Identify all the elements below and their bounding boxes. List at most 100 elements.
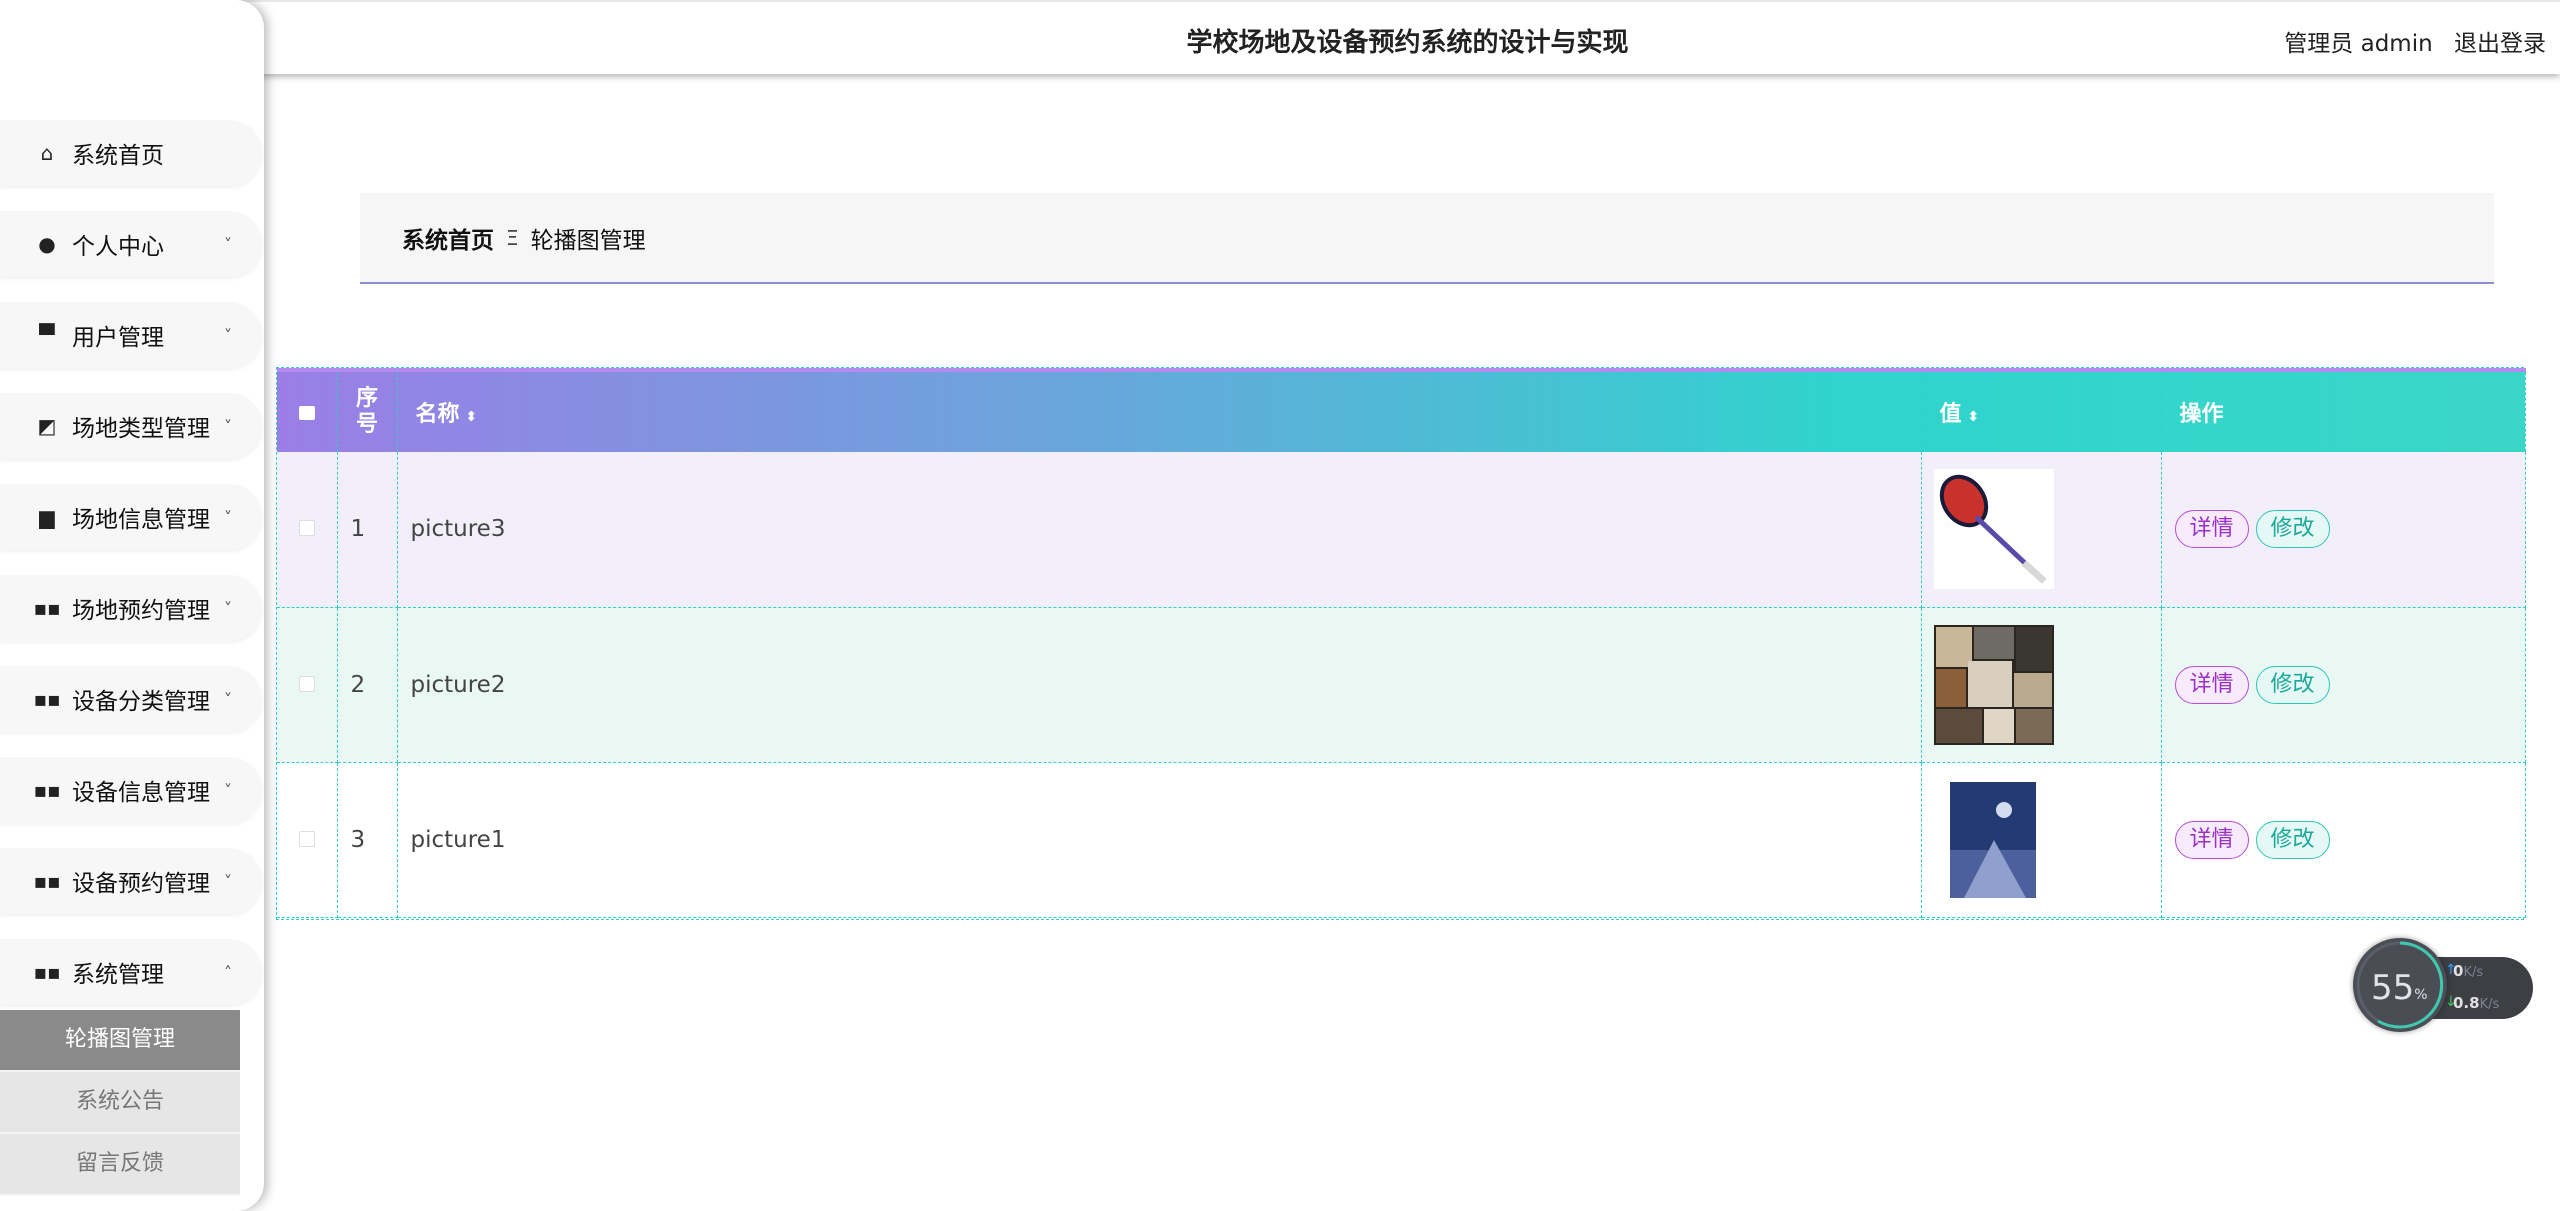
column-header-actions: 操作 [2161,370,2526,452]
breadcrumb-current: 轮播图管理 [530,227,646,254]
sidebar-item-users[interactable]: ▀ 用户管理 ˅ [0,302,262,368]
row-actions: 详情 修改 [2161,607,2526,763]
select-all-cell[interactable] [277,370,338,452]
row-checkbox[interactable] [298,520,315,537]
grid-icon: ▪▪ [33,960,61,984]
sidebar-item-device-categories[interactable]: ▪▪ 设备分类管理 ˅ [0,666,262,732]
row-index: 2 [337,607,398,763]
sidebar-item-venue-booking[interactable]: ▪▪ 场地预约管理 ˅ [0,575,262,641]
row-select-cell[interactable] [277,762,338,918]
row-value-cell [1921,607,2162,763]
column-header-value[interactable]: 值 ⬍ [1921,370,2162,452]
row-actions: 详情 修改 [2161,762,2526,918]
column-label-name: 名称 [415,402,460,427]
chevron-down-icon: ˅ [224,689,232,709]
sidebar-menu: ⌂ 系统首页 ● 个人中心 ˅ ▀ 用户管理 ˅ ◩ 场地类型管理 ˅ ▆ 场地… [0,120,264,1030]
grid-icon: ▪▪ [33,687,61,711]
upload-speed: 0K/s [2453,962,2483,980]
column-label-value: 值 [1939,402,1962,427]
top-header: 学校场地及设备预约系统的设计与实现 管理员 admin 退出登录 [0,0,2560,74]
row-name: picture2 [397,607,1922,763]
submenu-item-announcement[interactable]: 系统公告 [0,1072,240,1134]
app-title: 学校场地及设备预约系统的设计与实现 [1186,28,1629,58]
book-cover-image[interactable] [1933,779,2054,900]
sidebar-item-label: 用户管理 [72,325,164,351]
row-select-cell[interactable] [277,452,338,608]
magazine-collage-image[interactable] [1933,624,2054,745]
usage-percent-unit: % [2414,987,2428,1003]
row-name: picture3 [397,452,1922,608]
upload-value: 0 [2453,962,2464,980]
row-name: picture1 [397,762,1922,918]
row-index: 1 [337,452,398,608]
sidebar-item-label: 场地类型管理 [72,416,210,442]
sidebar-item-venue-types[interactable]: ◩ 场地类型管理 ˅ [0,393,262,459]
detail-button[interactable]: 详情 [2174,820,2249,859]
sidebar-item-home[interactable]: ⌂ 系统首页 [0,120,262,186]
table-row: 1 picture3 详情 修改 [277,452,2526,608]
logout-link[interactable]: 退出登录 [2454,31,2546,57]
sidebar-item-label: 场地信息管理 [72,507,210,533]
table-row: 2 picture2 详情 修改 [277,607,2526,763]
detail-button[interactable]: 详情 [2174,510,2249,549]
sidebar-item-system[interactable]: ▪▪ 系统管理 ˄ [0,939,262,1005]
row-index: 3 [337,762,398,918]
detail-button[interactable]: 详情 [2174,665,2249,704]
sidebar-item-label: 个人中心 [72,234,164,260]
network-speed-widget[interactable]: ↑ 0K/s ↓ 0.8K/s 55% [2353,938,2533,1032]
chevron-down-icon: ˅ [224,598,232,618]
sidebar-item-device-booking[interactable]: ▪▪ 设备预约管理 ˅ [0,848,262,914]
download-value: 0.8 [2453,994,2480,1012]
edit-button[interactable]: 修改 [2255,820,2330,859]
sidebar: ⌂ 系统首页 ● 个人中心 ˅ ▀ 用户管理 ˅ ◩ 场地类型管理 ˅ ▆ 场地… [0,0,264,1211]
download-unit: K/s [2479,997,2500,1012]
usage-percent: 55% [2371,968,2428,1008]
sidebar-item-label: 系统管理 [72,962,164,988]
select-all-checkbox[interactable] [298,405,315,420]
grid-icon: ▪▪ [33,778,61,802]
chevron-down-icon: ˅ [224,507,232,527]
chart-icon: ◩ [37,414,57,438]
column-header-index: 序号 [337,370,398,452]
submenu-item-carousel[interactable]: 轮播图管理 [0,1010,240,1072]
user-icon: ● [38,232,56,256]
breadcrumb: 系统首页 Ξ 轮播图管理 [360,193,2494,284]
breadcrumb-home[interactable]: 系统首页 [402,221,494,255]
sort-icon[interactable]: ⬍ [1968,409,1980,425]
column-label-index: 序号 [355,386,378,437]
sidebar-item-venue-info[interactable]: ▆ 场地信息管理 ˅ [0,484,262,550]
row-checkbox[interactable] [298,675,315,692]
memory-usage-gauge: 55% [2353,938,2447,1032]
grid-icon: ▪▪ [33,596,61,620]
column-label-actions: 操作 [2179,402,2224,427]
sidebar-item-label: 系统首页 [72,143,164,169]
row-value-cell [1921,762,2162,918]
monitor-icon: ▀ [39,323,55,347]
chevron-down-icon: ˅ [224,234,232,254]
submenu-item-feedback[interactable]: 留言反馈 [0,1134,240,1196]
sort-icon[interactable]: ⬍ [466,409,478,425]
row-value-cell [1921,452,2162,608]
current-user: 管理员 admin [2284,31,2433,57]
home-icon: ⌂ [40,141,54,165]
sidebar-item-label: 设备信息管理 [72,780,210,806]
sidebar-item-label: 设备预约管理 [72,871,210,897]
row-select-cell[interactable] [277,607,338,763]
column-header-name[interactable]: 名称 ⬍ [397,370,1922,452]
table-row: 3 picture1 详情 修改 [277,762,2526,918]
sidebar-item-personal-center[interactable]: ● 个人中心 ˅ [0,211,262,277]
grid-icon: ▪▪ [33,869,61,893]
chevron-down-icon: ˅ [224,871,232,891]
badminton-racket-image[interactable] [1933,469,2054,590]
upload-unit: K/s [2463,965,2484,980]
table-header-row: 序号 名称 ⬍ 值 ⬍ 操作 [277,370,2526,452]
chevron-up-icon: ˄ [224,962,232,982]
system-submenu: 轮播图管理 系统公告 留言反馈 [0,1010,240,1196]
breadcrumb-separator: Ξ [506,225,519,250]
sidebar-item-device-info[interactable]: ▪▪ 设备信息管理 ˅ [0,757,262,823]
chevron-down-icon: ˅ [224,416,232,436]
edit-button[interactable]: 修改 [2255,665,2330,704]
briefcase-icon: ▆ [39,505,55,529]
row-checkbox[interactable] [298,830,315,847]
edit-button[interactable]: 修改 [2255,510,2330,549]
